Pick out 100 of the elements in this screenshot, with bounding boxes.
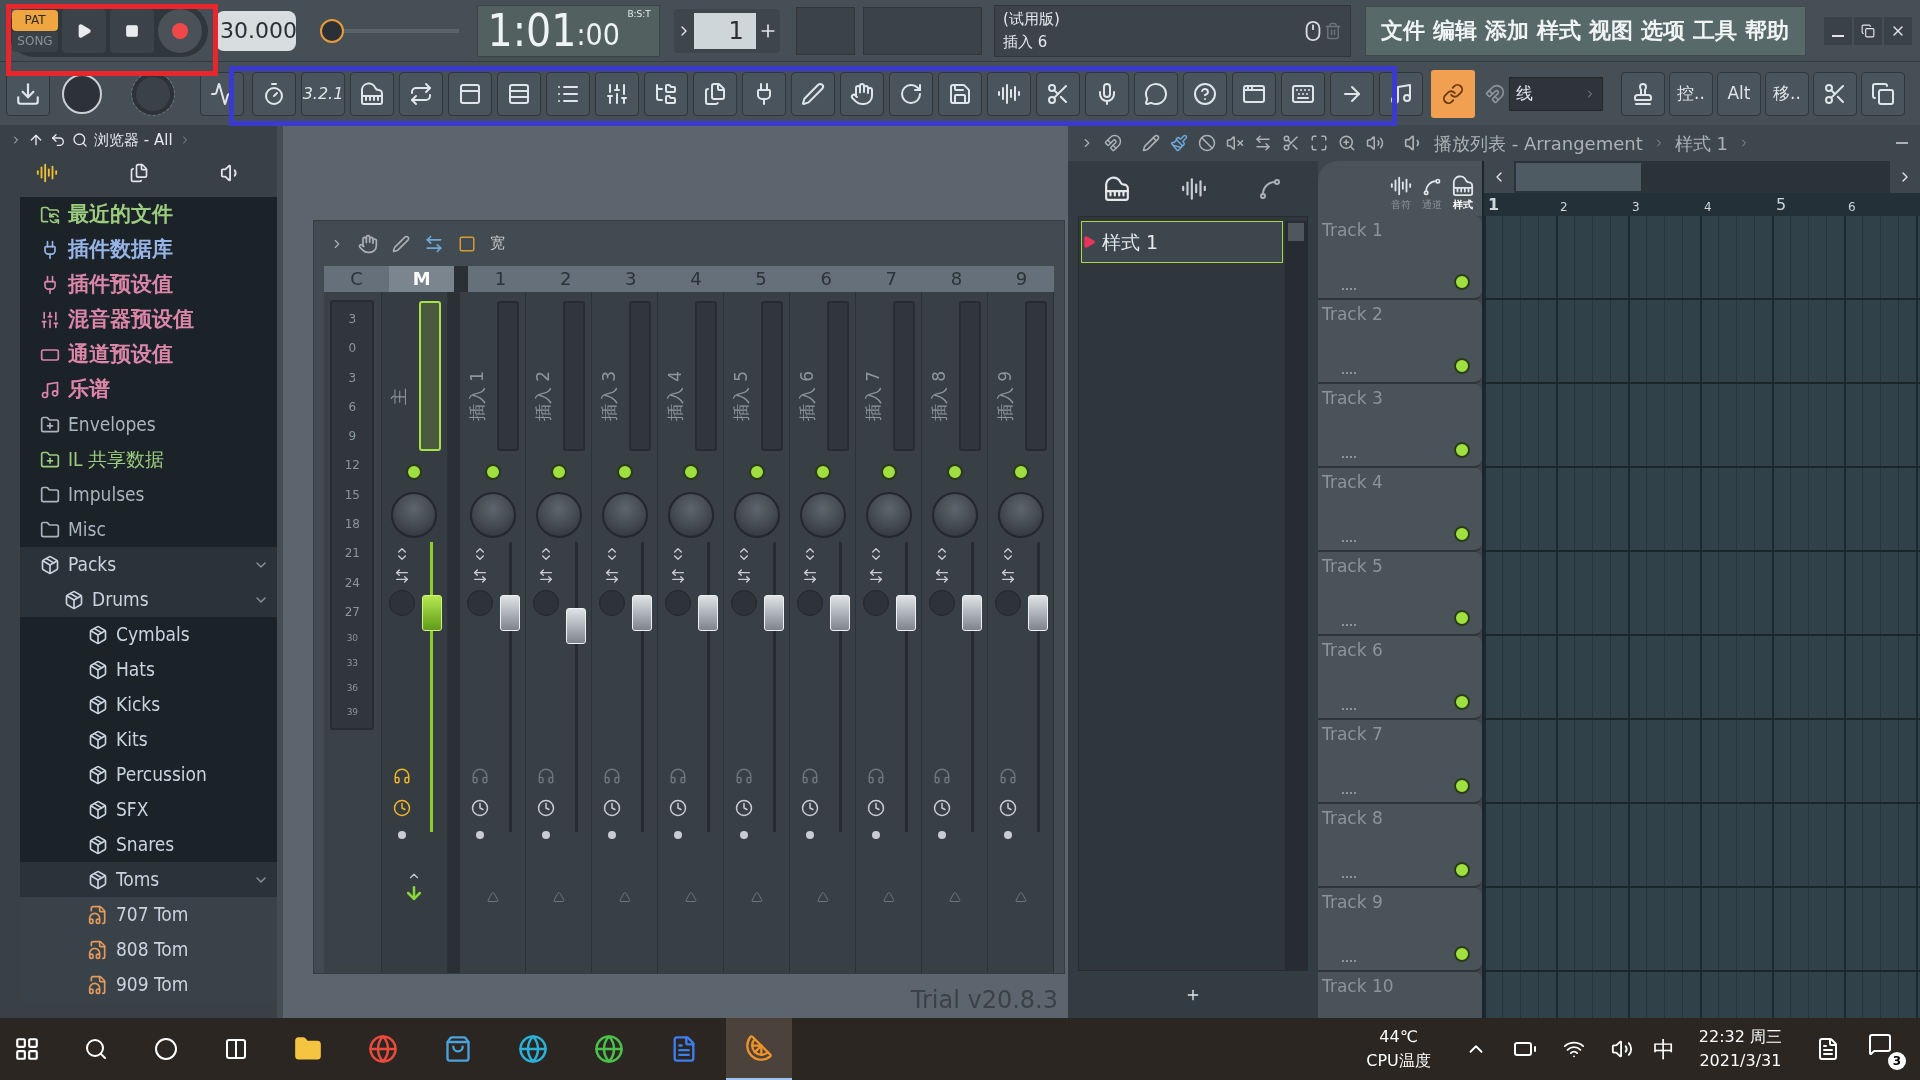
menu-item[interactable]: 工具 [1693, 14, 1738, 47]
browser-item[interactable]: Impulses [20, 477, 277, 512]
strip-label: 插入 5 [730, 370, 752, 422]
browser-item-label: 插件数据库 [68, 235, 174, 263]
track-name: Track 4 [1322, 471, 1384, 494]
clock-date: 2021/3/31 [1699, 1050, 1782, 1072]
browser-item[interactable]: Kits [20, 722, 277, 757]
scale-label: 30 [346, 632, 359, 646]
strip-label: 插入 4 [664, 370, 686, 422]
notification-badge: 3 [1888, 1052, 1906, 1070]
menu-item[interactable]: 选项 [1641, 14, 1686, 47]
track-name: Track 8 [1322, 807, 1384, 830]
browser-item[interactable]: Misc [20, 512, 277, 547]
browser-item-label: IL 共享数据 [68, 447, 165, 473]
track-name: Track 7 [1322, 723, 1384, 746]
browser-item[interactable]: 通道预设值 [20, 337, 277, 372]
bar-number: 6 [1848, 199, 1857, 216]
menu-item[interactable]: 视图 [1589, 14, 1634, 47]
input-method[interactable]: 中 [1652, 1032, 1675, 1066]
menu-item[interactable]: 添加 [1485, 14, 1530, 47]
menu-item[interactable]: 文件 [1381, 14, 1426, 47]
browser-item-label: Drums [92, 587, 150, 613]
menu-item[interactable]: 样式 [1537, 14, 1582, 47]
scale-label: 15 [344, 486, 360, 504]
browser-item-label: Snares [116, 832, 176, 858]
track-name: Track 5 [1322, 555, 1384, 578]
scale-label: 27 [344, 603, 360, 621]
browser-item[interactable]: Kicks [20, 687, 277, 722]
scale-label: 24 [344, 574, 360, 592]
browser-item-label: 909 Tom [116, 972, 190, 998]
browser-item-label: SFX [116, 797, 150, 823]
pattern-number: 1 [693, 12, 756, 49]
browser-item[interactable]: Packs [20, 547, 277, 582]
strip-label: 插入 1 [466, 370, 488, 422]
toolbar-text-button[interactable]: Alt [1717, 71, 1761, 116]
browser-item[interactable]: IL 共享数据 [20, 442, 277, 477]
browser-item[interactable]: 乐谱 [20, 372, 277, 407]
bar-number: 4 [1704, 199, 1713, 216]
browser-item-label: 插件预设值 [68, 270, 174, 298]
time-format-label: B:S:T [627, 7, 651, 21]
track-name: Track 9 [1322, 891, 1384, 914]
browser-title: 浏览器 - All [94, 129, 173, 151]
strip-label: 插入 7 [862, 370, 884, 422]
scale-label: 12 [344, 457, 360, 475]
browser-item-label: Hats [116, 657, 156, 683]
menu-item[interactable]: 编辑 [1433, 14, 1478, 47]
column-header[interactable]: M [389, 266, 455, 292]
hint-text: 插入 6 [1003, 31, 1049, 53]
browser-item-label: 乐谱 [68, 375, 111, 403]
browser-item[interactable]: Snares [20, 827, 277, 862]
snap-dropdown[interactable]: 线 [1509, 76, 1603, 111]
browser-item[interactable]: Percussion [20, 757, 277, 792]
snap-value: 线 [1516, 81, 1533, 105]
browser-item-label: 707 Tom [116, 902, 190, 928]
browser-item-label: Toms [116, 867, 161, 893]
countdown-button[interactable]: 3.2.1 [301, 71, 345, 116]
browser-item[interactable]: Cymbals [20, 617, 277, 652]
notification-button[interactable]: 3 [1864, 1028, 1906, 1070]
browser-item[interactable]: Toms [20, 862, 277, 897]
browser-item[interactable]: SFX [20, 792, 277, 827]
bar-number: 1 [1488, 194, 1501, 216]
browser-item-label: Cymbals [116, 622, 191, 648]
browser-item-label: Misc [68, 517, 107, 543]
menu-item[interactable]: 帮助 [1745, 14, 1790, 47]
strip-label: 插入 2 [532, 370, 554, 422]
toolbar-text-button[interactable]: 控.. [1669, 71, 1713, 116]
browser-item-label: Packs [68, 552, 118, 578]
mode-toggle[interactable]: SONG [12, 30, 58, 52]
scale-label: 18 [344, 515, 360, 533]
track-tab[interactable]: 样式 [1452, 175, 1474, 212]
browser-item[interactable]: Hats [20, 652, 277, 687]
time-ticks: :00 [576, 15, 620, 54]
browser-item-label: Envelopes [68, 412, 157, 438]
clock-time: 22:32 周三 [1698, 1026, 1782, 1048]
browser-item[interactable]: Envelopes [20, 407, 277, 442]
scale-label: 9 [348, 428, 357, 446]
column-header: C [349, 267, 364, 291]
browser-item[interactable]: Drums [20, 582, 277, 617]
toolbar-text-button[interactable]: 移.. [1765, 71, 1809, 116]
pattern-item[interactable]: 样式 1 [1081, 221, 1283, 263]
playlist-pattern: 样式 1 [1674, 131, 1728, 156]
strip-label: 插入 6 [796, 370, 818, 422]
browser-item-label: 混音器预设值 [68, 305, 195, 333]
browser-item[interactable]: 混音器预设值 [20, 302, 277, 337]
browser-item-label: 通道预设值 [68, 340, 174, 368]
scale-label: 39 [346, 706, 359, 720]
tempo-field[interactable]: 30.000 [215, 10, 296, 51]
browser-item[interactable]: 最近的文件 [20, 197, 277, 232]
strip-label: 插入 3 [598, 370, 620, 422]
track-name: Track 10 [1322, 975, 1395, 998]
browser-item[interactable]: 插件预设值 [20, 267, 277, 302]
scale-label: 36 [346, 681, 359, 695]
scale-label: 21 [344, 545, 360, 563]
track-name: Track 6 [1322, 639, 1384, 662]
mode-toggle[interactable]: PAT [12, 9, 58, 31]
pattern-selector[interactable]: 1 [673, 8, 780, 53]
browser-item[interactable]: 插件数据库 [20, 232, 277, 267]
browser-item-label: Percussion [116, 762, 208, 788]
track-name: Track 2 [1322, 303, 1384, 326]
hint-title: (试用版) [1003, 9, 1061, 30]
